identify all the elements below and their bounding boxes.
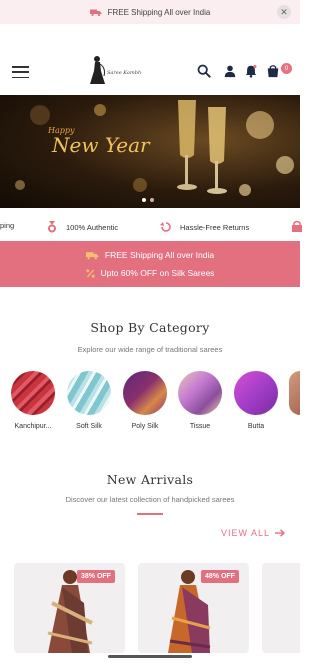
feature-label: Hassle-Free Returns [180, 222, 250, 232]
return-icon [160, 222, 171, 232]
product-card-partial[interactable] [262, 563, 300, 653]
section-divider [137, 513, 163, 515]
category-kanchipuram[interactable]: Kanchipur... [11, 371, 55, 430]
gesture-bar [108, 655, 192, 658]
category-image [67, 371, 111, 415]
new-arrivals-title: New Arrivals [106, 472, 194, 487]
arrow-right-icon [275, 529, 286, 537]
feature-label: ping [0, 221, 15, 230]
banner-new-year: New Year [52, 133, 150, 157]
view-all-link[interactable]: VIEW ALL [221, 528, 286, 538]
carousel-dots [142, 198, 154, 202]
close-icon[interactable]: ✕ [277, 5, 291, 19]
banner-title: Happy New Year [48, 126, 150, 157]
category-tissue[interactable]: Tissue [178, 371, 222, 430]
carousel-dot[interactable] [150, 198, 154, 202]
view-all-label: VIEW ALL [221, 528, 271, 538]
header [0, 24, 300, 95]
category-label: Tissue [189, 423, 211, 430]
category-image [178, 371, 222, 415]
discount-badge: 48% OFF [201, 570, 239, 583]
category-image [234, 371, 278, 415]
discount-badge: 38% OFF [77, 570, 115, 583]
category-label: Butta [247, 423, 265, 430]
promo-row-shipping: FREE Shipping All over India [0, 250, 300, 260]
category-image [123, 371, 167, 415]
category-label: Soft Silk [76, 423, 102, 430]
category-partial-next[interactable] [289, 371, 300, 415]
category-label: Kanchipur... [14, 423, 52, 430]
hero-banner[interactable] [0, 95, 300, 208]
truck-icon [89, 9, 102, 16]
user-icon[interactable] [223, 64, 237, 78]
search-icon[interactable] [197, 64, 211, 78]
cart-icon[interactable] [266, 64, 280, 78]
lock-icon [292, 220, 302, 232]
champagne-glasses-image [15, 100, 294, 196]
carousel-dot[interactable] [142, 198, 146, 202]
medal-icon [48, 221, 56, 233]
menu-icon[interactable] [12, 66, 29, 79]
promo-banner: FREE Shipping All over India Upto 60% OF… [0, 241, 300, 287]
category-soft-silk[interactable]: Soft Silk [67, 371, 111, 430]
category-label: Poly Silk [131, 423, 159, 430]
feature-label: 100% Authentic [66, 222, 119, 232]
new-arrivals-subtitle: Discover our latest collection of handpi… [65, 495, 235, 504]
category-section-subtitle: Explore our wide range of traditional sa… [77, 345, 223, 354]
promo-line-1: FREE Shipping All over India [104, 250, 215, 260]
features-strip: ping 100% Authentic Hassle-Free Returns [0, 212, 302, 240]
feature-shipping: ping [0, 221, 14, 230]
promo-row-discount: Upto 60% OFF on Silk Sarees [0, 268, 300, 278]
feature-returns: Hassle-Free Returns [160, 221, 249, 233]
percent-icon [85, 268, 95, 278]
cart-count-badge: 0 [281, 63, 292, 74]
truck-icon [85, 251, 99, 259]
announcement-text: FREE Shipping All over India [107, 7, 211, 17]
category-image [11, 371, 55, 415]
promo-line-2: Upto 60% OFF on Silk Sarees [100, 268, 215, 278]
logo-text: Saree Kambh [107, 70, 142, 76]
category-poly-silk[interactable]: Poly Silk [123, 371, 167, 430]
category-section-title: Shop By Category [90, 320, 210, 335]
bell-icon[interactable] [244, 64, 258, 78]
announcement-bar: FREE Shipping All over India ✕ [0, 0, 300, 24]
category-butta[interactable]: Butta [234, 371, 278, 430]
feature-authentic: 100% Authentic [46, 221, 118, 233]
